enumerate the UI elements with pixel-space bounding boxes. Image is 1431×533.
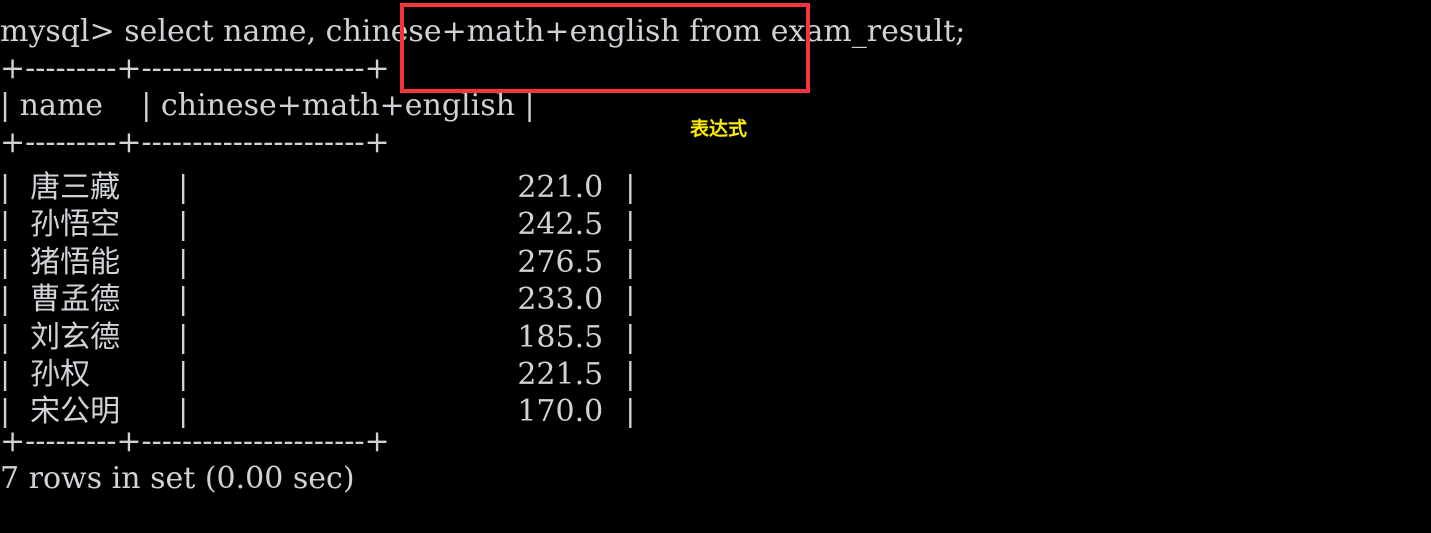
command-line: mysql> select name, chinese+math+english… [0,14,965,49]
command-line-highlighted-expression: chinese+math+english [325,14,680,49]
table-separator-mid: +---------+----------------------+ [0,125,390,160]
table-separator-bottom: +---------+----------------------+ [0,423,390,459]
table-separator-top: +---------+----------------------+ [0,51,390,86]
table-header-row: | name | chinese+math+english | [0,88,535,123]
row-border-right: | [625,394,636,430]
command-line-prefix: mysql> select name, [0,14,326,49]
expression-annotation-label: 表达式 [690,118,748,140]
command-line-suffix: from exam_result; [679,14,966,49]
terminal-screen: mysql> select name, chinese+math+english… [0,0,1431,533]
result-status-line: 7 rows in set (0.00 sec) [0,461,355,497]
